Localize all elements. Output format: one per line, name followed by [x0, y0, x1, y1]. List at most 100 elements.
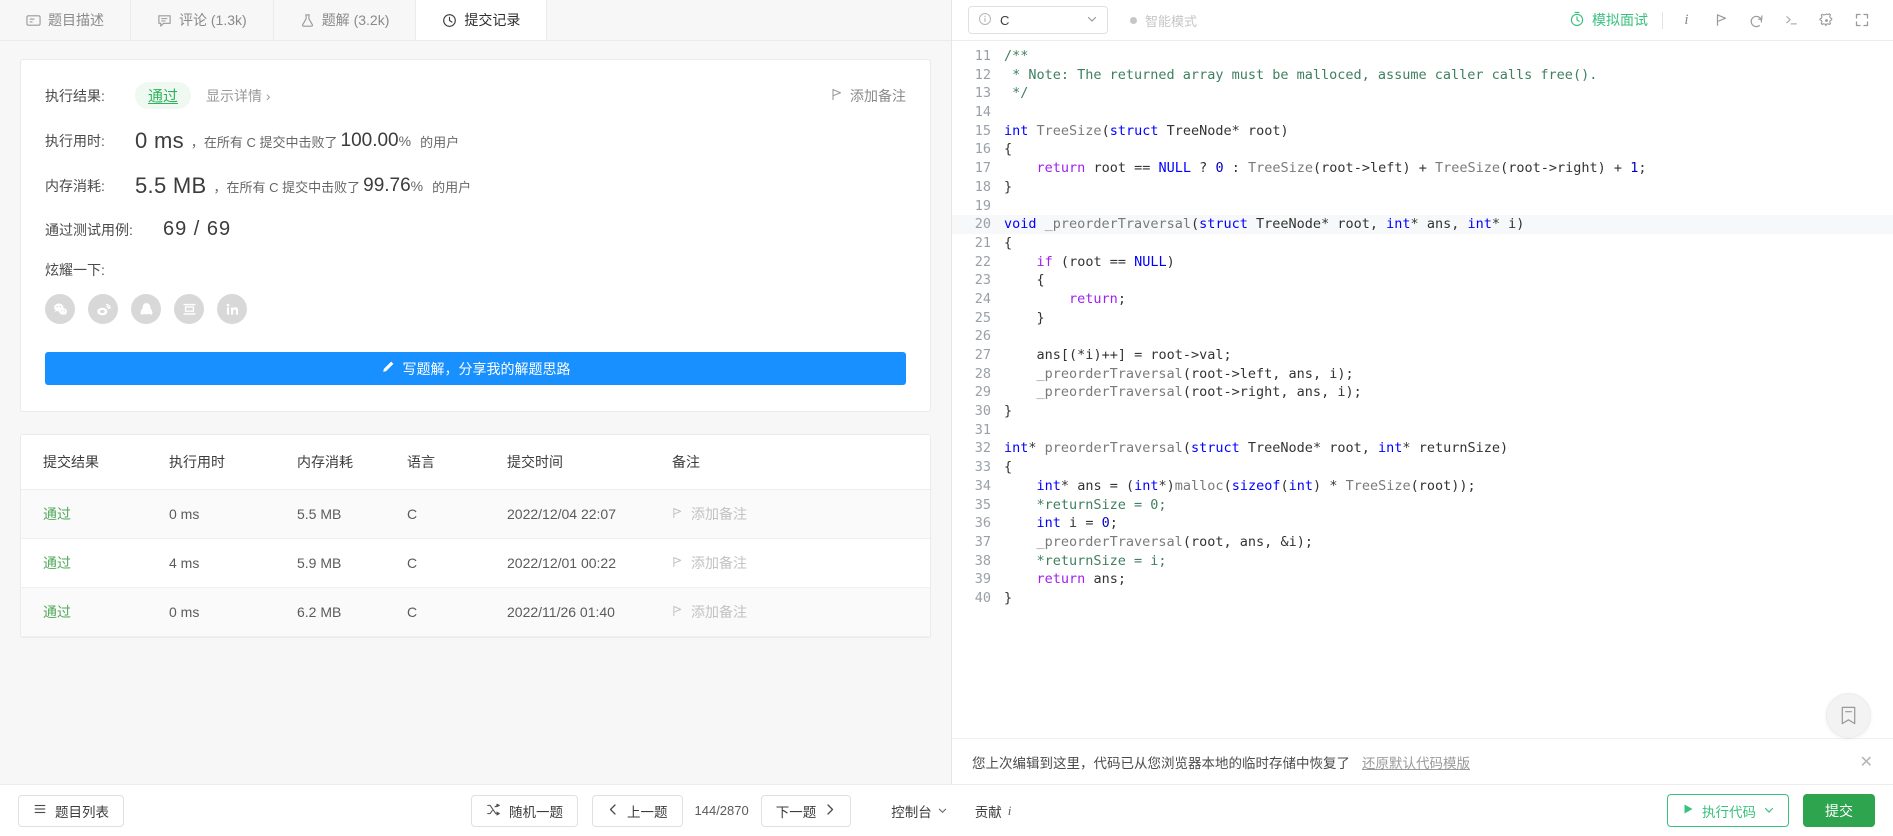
undo-icon[interactable] — [1739, 3, 1774, 38]
weibo-icon[interactable] — [88, 294, 118, 324]
code-line[interactable]: 12 * Note: The returned array must be ma… — [952, 66, 1893, 85]
code-line[interactable]: 14 — [952, 103, 1893, 122]
code-line[interactable]: 18} — [952, 178, 1893, 197]
line-number: 13 — [974, 85, 991, 102]
code-line[interactable]: 30} — [952, 402, 1893, 421]
line-content: *returnSize = i; — [1004, 552, 1167, 569]
code-line[interactable]: 38 *returnSize = i; — [952, 552, 1893, 571]
code-line[interactable]: 27 ans[(*i)++] = root->val; — [952, 346, 1893, 365]
problem-counter: 144/2870 — [694, 803, 749, 818]
line-number: 28 — [974, 365, 991, 382]
code-line[interactable]: 22 if (root == NULL) — [952, 253, 1893, 272]
chevron-left-icon — [607, 803, 619, 819]
result-label: 执行结果: — [45, 87, 105, 104]
tab-comments[interactable]: 评论 (1.3k) — [131, 0, 274, 40]
qq-icon[interactable] — [131, 294, 161, 324]
code-line[interactable]: 32 int* preorderTraversal(struct TreeNode… — [952, 439, 1893, 458]
code-line[interactable]: 19 — [952, 197, 1893, 216]
add-note-button[interactable]: 添加备注 — [831, 86, 906, 106]
tab-submissions[interactable]: 提交记录 — [416, 0, 548, 40]
left-content: 执行结果: 通过 显示详情 › 添加备注 执行用时: 0 ms ，在所有 C 提… — [0, 41, 951, 836]
code-line[interactable]: 17 return root == NULL ? 0 : TreeSize(ro… — [952, 159, 1893, 178]
code-line[interactable]: 28 _preorderTraversal(root->left, ans, i… — [952, 365, 1893, 384]
code-line[interactable]: 34 int* ans = (int*)malloc(sizeof(int) *… — [952, 477, 1893, 496]
line-number: 37 — [974, 533, 991, 550]
table-row[interactable]: 通过 4 ms 5.9 MB C 2022/12/01 00:22 添加备注 — [21, 538, 930, 588]
row-status-link[interactable]: 通过 — [43, 604, 71, 620]
language-select[interactable]: C — [968, 6, 1108, 34]
next-problem-button[interactable]: 下一题 — [760, 794, 852, 827]
tab-description[interactable]: 题目描述 — [0, 0, 131, 40]
header-note: 备注 — [672, 435, 930, 490]
info-icon[interactable]: i — [1669, 3, 1704, 38]
code-line[interactable]: 33 { — [952, 458, 1893, 477]
code-line[interactable]: 29 _preorderTraversal(root->right, ans, … — [952, 383, 1893, 402]
header-language: 语言 — [407, 435, 507, 490]
row-add-note[interactable]: 添加备注 — [672, 553, 930, 573]
write-solution-button[interactable]: 写题解，分享我的解题思路 — [45, 352, 906, 385]
restore-text: 您上次编辑到这里，代码已从您浏览器本地的临时存储中恢复了 — [972, 755, 1350, 771]
code-line[interactable]: 26 — [952, 327, 1893, 346]
code-lines[interactable]: 11 /** 12 * Note: The returned array must … — [952, 47, 1893, 608]
runtime-value: 0 ms — [135, 128, 184, 153]
memory-middle-text: ，在所有 C 提交中击败了 — [213, 179, 361, 195]
run-code-button[interactable]: 执行代码 — [1667, 794, 1789, 827]
restore-default-template-link[interactable]: 还原默认代码模版 — [1362, 752, 1470, 772]
flag-icon — [672, 506, 683, 522]
code-line[interactable]: 39 return ans; — [952, 570, 1893, 589]
line-number: 26 — [974, 328, 991, 345]
problem-list-button[interactable]: 题目列表 — [18, 794, 124, 827]
caret-down-icon — [938, 803, 947, 818]
smart-mode-toggle[interactable]: 智能模式 — [1130, 11, 1197, 30]
submit-button[interactable]: 提交 — [1803, 794, 1875, 827]
code-line[interactable]: 37 _preorderTraversal(root, ans, &i); — [952, 533, 1893, 552]
code-line[interactable]: 23 { — [952, 271, 1893, 290]
douban-icon[interactable] — [174, 294, 204, 324]
tab-solutions[interactable]: 题解 (3.2k) — [274, 0, 417, 40]
line-number: 35 — [974, 496, 991, 513]
line-number: 16 — [974, 141, 991, 158]
line-number: 21 — [974, 234, 991, 251]
row-memory: 6.2 MB — [297, 587, 407, 637]
code-line[interactable]: 13 */ — [952, 84, 1893, 103]
wechat-icon[interactable] — [45, 294, 75, 324]
table-row[interactable]: 通过 0 ms 6.2 MB C 2022/11/26 01:40 添加备注 — [21, 587, 930, 637]
code-line[interactable]: 40} — [952, 589, 1893, 608]
header-memory: 内存消耗 — [297, 435, 407, 490]
code-editor[interactable]: 11 /** 12 * Note: The returned array must … — [952, 41, 1893, 738]
random-problem-button[interactable]: 随机一题 — [471, 794, 578, 827]
terminal-icon[interactable] — [1774, 3, 1809, 38]
notes-float-button[interactable] — [1826, 693, 1871, 738]
show-detail-link[interactable]: 显示详情 › — [206, 86, 271, 106]
runtime-users-suffix: 的用户 — [420, 134, 460, 150]
row-status-link[interactable]: 通过 — [43, 506, 71, 522]
row-status-link[interactable]: 通过 — [43, 555, 71, 571]
console-button[interactable]: 控制台 — [891, 801, 947, 821]
code-line[interactable]: 16 { — [952, 140, 1893, 159]
code-line[interactable]: 35 *returnSize = 0; — [952, 496, 1893, 515]
line-content: */ — [1004, 85, 1029, 102]
code-line[interactable]: 11 /** — [952, 47, 1893, 66]
row-add-note[interactable]: 添加备注 — [672, 504, 930, 524]
close-icon[interactable]: ✕ — [1860, 752, 1873, 772]
contribute-button[interactable]: 贡献 i — [975, 801, 1012, 821]
flag-icon[interactable] — [1704, 3, 1739, 38]
code-line[interactable]: 15 int TreeSize(struct TreeNode* root) — [952, 122, 1893, 141]
line-number: 36 — [974, 515, 991, 532]
code-line[interactable]: 21 { — [952, 234, 1893, 253]
code-line[interactable]: 25 } — [952, 309, 1893, 328]
code-line[interactable]: 31 — [952, 421, 1893, 440]
linkedin-icon[interactable] — [217, 294, 247, 324]
code-line[interactable]: 20 void _preorderTraversal(struct TreeNod… — [952, 215, 1893, 234]
fullscreen-icon[interactable] — [1844, 3, 1879, 38]
row-runtime: 4 ms — [169, 538, 297, 588]
row-add-note[interactable]: 添加备注 — [672, 602, 930, 622]
mock-interview-button[interactable]: 模拟面试 — [1569, 10, 1662, 30]
line-number: 38 — [974, 552, 991, 569]
social-share-list — [45, 294, 906, 324]
code-line[interactable]: 24 return; — [952, 290, 1893, 309]
gear-icon[interactable] — [1809, 3, 1844, 38]
code-line[interactable]: 36 int i = 0; — [952, 514, 1893, 533]
table-row[interactable]: 通过 0 ms 5.5 MB C 2022/12/04 22:07 添加备注 — [21, 489, 930, 539]
previous-problem-button[interactable]: 上一题 — [592, 794, 683, 827]
